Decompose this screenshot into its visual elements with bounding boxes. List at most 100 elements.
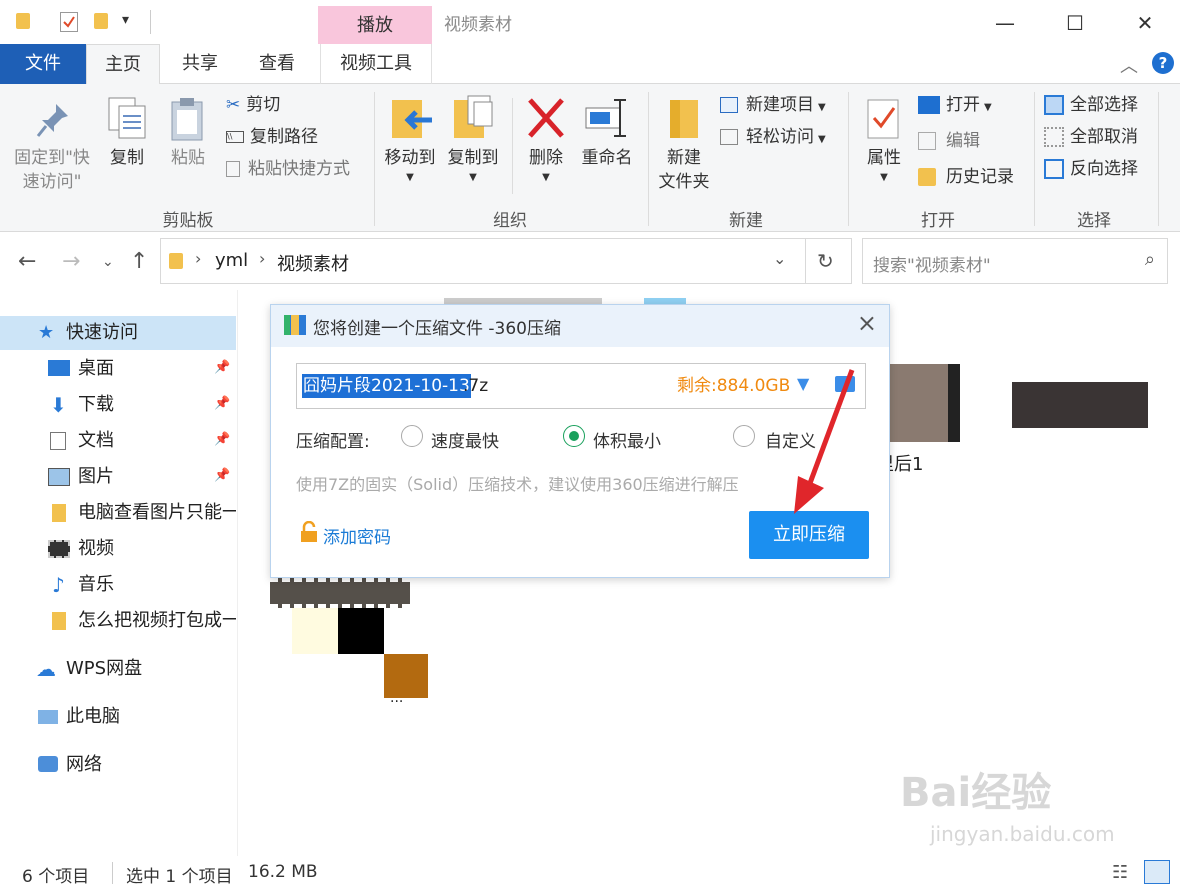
details-view-icon[interactable]: ☷ (1112, 862, 1128, 883)
breadcrumb-current[interactable]: 视频素材 (277, 250, 349, 276)
edit-icon (918, 132, 936, 150)
maximize-button[interactable]: ☐ (1050, 4, 1100, 42)
sidebar-item-folder-2[interactable]: 怎么把视频打包成一 (48, 604, 236, 638)
dialog-header: 您将创建一个压缩文件 -360压缩 × (271, 305, 889, 347)
new-folder-button[interactable]: 新建 文件夹 (654, 94, 714, 202)
forward-arrow-icon[interactable]: → (62, 249, 80, 274)
pin-icon[interactable]: 📌 (214, 468, 230, 483)
select-all-icon (1044, 95, 1064, 115)
new-folder-quick-icon[interactable] (94, 13, 108, 29)
video-thumbnail[interactable] (886, 364, 960, 442)
help-icon[interactable]: ? (1152, 52, 1174, 74)
sidebar-item-desktop[interactable]: 桌面 (48, 352, 236, 386)
properties-icon (867, 99, 899, 139)
cut-label: 剪切 (246, 95, 281, 115)
paste-shortcut-button[interactable]: 粘贴快捷方式 (226, 158, 350, 180)
image-thumbnail[interactable] (292, 608, 338, 654)
search-box[interactable]: 搜索"视频素材" ⌕ (862, 238, 1168, 284)
sidebar-item-music[interactable]: ♪ 音乐 (48, 568, 236, 602)
cut-button[interactable]: ✂ 剪切 (226, 94, 280, 116)
star-icon: ★ (38, 322, 55, 343)
address-bar[interactable]: › yml › 视频素材 ⌄ ↻ (160, 238, 852, 284)
image-thumbnail[interactable] (338, 608, 384, 654)
sidebar-item-downloads[interactable]: ⬇ 下载 (48, 388, 236, 422)
radio-smallest-label[interactable]: 体积最小 (593, 427, 661, 452)
copy-button[interactable]: 复制 (100, 96, 154, 176)
sidebar-item-pictures[interactable]: 图片 (48, 460, 236, 494)
video-thumbnail[interactable] (1012, 382, 1148, 428)
copy-path-icon: \\ (226, 131, 244, 143)
sidebar-item-network[interactable]: 网络 (36, 748, 236, 782)
pin-icon[interactable]: 📌 (214, 360, 230, 375)
tab-file[interactable]: 文件 (0, 44, 86, 84)
refresh-icon[interactable]: ↻ (817, 249, 834, 273)
lock-icon[interactable] (299, 521, 319, 543)
tab-home[interactable]: 主页 (86, 44, 160, 85)
pin-icon[interactable]: 📌 (214, 396, 230, 411)
sidebar-item-this-pc[interactable]: 此电脑 (36, 700, 236, 734)
rename-button[interactable]: 重命名 (576, 94, 638, 174)
new-item-button[interactable]: 新建项目 ▼ (720, 94, 826, 119)
archive-name-selected[interactable]: 囧妈片段2021-10-13 (302, 374, 471, 398)
edit-button[interactable]: 编辑 (918, 130, 980, 152)
properties-button[interactable]: 属性 ▼ (856, 94, 912, 190)
tab-video-tools[interactable]: 视频工具 (320, 44, 432, 84)
archive-name-extension[interactable]: .7z (463, 374, 488, 398)
tab-share[interactable]: 共享 (165, 44, 235, 84)
item-count: 6 个项目 (22, 867, 90, 887)
breadcrumb-separator-icon[interactable]: › (259, 249, 265, 268)
radio-fastest[interactable] (401, 425, 423, 447)
delete-button[interactable]: 删除 ▼ (520, 94, 572, 190)
new-item-icon (720, 97, 738, 113)
sidebar-label: 音乐 (78, 574, 114, 595)
sidebar-item-folder-1[interactable]: 电脑查看图片只能一 (48, 496, 236, 530)
pin-icon[interactable]: 📌 (214, 432, 230, 447)
archive-name-input[interactable]: 囧妈片段2021-10-13 .7z 剩余:884.0GB ▼ (296, 363, 866, 409)
copy-to-button[interactable]: 复制到 ▼ (442, 94, 504, 190)
add-password-link[interactable]: 添加密码 (323, 523, 391, 548)
collapse-ribbon-icon[interactable]: ︿ (1120, 52, 1138, 78)
breadcrumb-yml[interactable]: yml (215, 250, 248, 271)
tab-view[interactable]: 查看 (245, 44, 309, 84)
file-name[interactable]: ... (390, 690, 403, 706)
copy-label: 复制 (110, 148, 144, 168)
open-button[interactable]: 打开 ▼ (918, 94, 992, 119)
sidebar-item-videos[interactable]: 视频 (48, 532, 236, 566)
select-all-button[interactable]: 全部选择 (1044, 94, 1138, 116)
paste-button[interactable]: 粘贴 (160, 96, 216, 176)
sidebar-item-wps-drive[interactable]: ☁ WPS网盘 (36, 652, 236, 686)
recent-locations-chevron-icon[interactable]: ⌄ (102, 254, 114, 270)
dialog-close-icon[interactable]: × (857, 309, 877, 337)
video-thumbnail[interactable] (270, 578, 410, 608)
sidebar-item-documents[interactable]: 文档 (48, 424, 236, 458)
breadcrumb-separator-icon[interactable]: › (195, 249, 201, 268)
quick-access-dropdown-icon[interactable]: ▾ (122, 12, 129, 28)
copy-path-button[interactable]: \\ 复制路径 (226, 126, 318, 148)
minimize-button[interactable]: — (980, 4, 1030, 42)
scissors-icon: ✂ (226, 95, 241, 115)
search-input[interactable]: 搜索"视频素材" (873, 251, 991, 276)
invert-selection-button[interactable]: 反向选择 (1044, 158, 1138, 180)
properties-quick-icon[interactable] (60, 12, 78, 32)
search-icon[interactable]: ⌕ (1145, 249, 1155, 270)
play-context-tab[interactable]: 播放 (318, 6, 432, 44)
computer-icon (38, 710, 58, 724)
large-icons-view-icon[interactable] (1144, 860, 1170, 884)
close-button[interactable]: ✕ (1120, 4, 1170, 42)
up-arrow-icon[interactable]: ↑ (130, 249, 148, 274)
easy-access-button[interactable]: 轻松访问 ▼ (720, 126, 826, 151)
radio-custom[interactable] (733, 425, 755, 447)
move-to-button[interactable]: 移动到 ▼ (380, 94, 440, 190)
status-bar: 6 个项目 选中 1 个项目 16.2 MB ☷ (0, 856, 1180, 890)
sidebar-item-quick-access[interactable]: ★ 快速访问 (0, 316, 236, 350)
radio-fastest-label[interactable]: 速度最快 (431, 427, 499, 452)
select-none-button[interactable]: 全部取消 (1044, 126, 1138, 148)
copy-to-dropdown-icon: ▼ (469, 172, 477, 183)
radio-smallest[interactable] (563, 425, 585, 447)
pin-quick-access-button[interactable]: 固定到"快 速访问" (8, 96, 96, 196)
back-arrow-icon[interactable]: ← (18, 249, 36, 274)
address-dropdown-icon[interactable]: ⌄ (773, 249, 786, 268)
easy-access-icon (720, 129, 738, 145)
folder-icon (16, 13, 30, 29)
history-button[interactable]: 历史记录 (918, 166, 1014, 188)
